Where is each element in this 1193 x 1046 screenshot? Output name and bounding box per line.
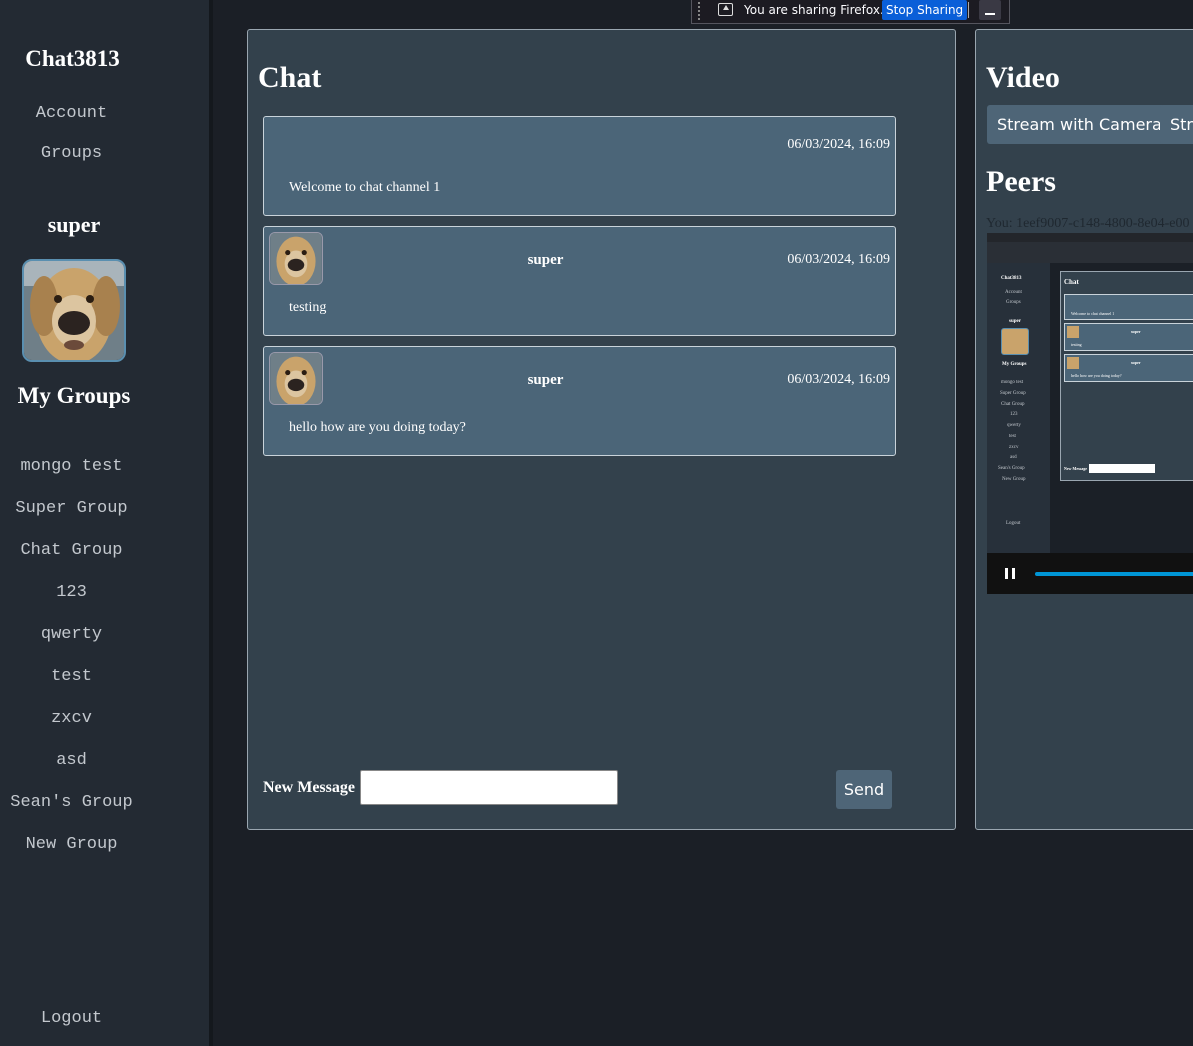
video-sender-avatar [1067, 326, 1079, 338]
video-sender-avatar [1067, 357, 1079, 369]
video-message-text: testing [1071, 342, 1082, 347]
chat-panel: Chat 06/03/2024, 16:09 Welcome to chat c… [247, 29, 956, 830]
message-text: hello how are you doing today? [289, 420, 466, 435]
message-sender: super [527, 372, 564, 388]
video-logout: Logout [1006, 521, 1021, 526]
message-sender: super [527, 252, 564, 268]
video-group-link: New Group [1002, 477, 1026, 482]
group-link[interactable]: mongo test [0, 457, 143, 476]
chat-title: Chat [258, 61, 322, 94]
chat-message: super 06/03/2024, 16:09 testing [263, 226, 896, 336]
new-message-label: New Message [263, 779, 355, 796]
current-username: super [47, 212, 101, 237]
video-message-text: Welcome to chat channel 1 [1071, 311, 1115, 316]
my-groups-heading: My Groups [17, 383, 131, 408]
group-link[interactable]: asd [0, 751, 143, 770]
video-browser-toolbar [987, 233, 1193, 263]
video-message-sender: super [1131, 360, 1141, 365]
video-message-sender: super [1131, 329, 1141, 334]
new-message-input[interactable] [360, 770, 618, 805]
video-group-link: 123 [1010, 412, 1018, 417]
chat-message: super 06/03/2024, 16:09 hello how are yo… [263, 346, 896, 456]
video-chat-title: Chat [1064, 278, 1079, 286]
share-screen-icon [718, 3, 733, 16]
video-group-link: Sean's Group [998, 466, 1025, 471]
video-chat-panel: Chat Welcome to chat channel 1 super tes… [1060, 271, 1193, 481]
app-brand: Chat3813 [25, 46, 120, 71]
video-nav-groups: Groups [1006, 300, 1021, 305]
send-button[interactable]: Send [836, 770, 892, 809]
message-time: 06/03/2024, 16:09 [787, 252, 890, 267]
chat-message: 06/03/2024, 16:09 Welcome to chat channe… [263, 116, 896, 216]
user-avatar [22, 259, 126, 362]
video-group-link: mongo test [1001, 380, 1024, 385]
video-progress-bar[interactable] [1035, 572, 1193, 576]
stream-screen-button[interactable]: Stre [1160, 105, 1193, 144]
peers-title: Peers [986, 165, 1056, 198]
message-time: 06/03/2024, 16:09 [787, 137, 890, 152]
video-my-groups: My Groups [1002, 362, 1027, 367]
message-text: testing [289, 300, 327, 315]
video-browser-tabs [987, 233, 1193, 242]
group-link[interactable]: Sean's Group [0, 793, 143, 812]
stop-sharing-button[interactable]: Stop Sharing [882, 0, 968, 20]
message-text: Welcome to chat channel 1 [289, 180, 441, 195]
video-group-link: test [1009, 434, 1016, 439]
video-sidebar: Chat3813 Account Groups super My Groups … [987, 263, 1050, 553]
video-group-link: qwerty [1007, 423, 1021, 428]
drag-grip-icon[interactable] [698, 2, 702, 20]
video-controls [987, 553, 1193, 594]
video-group-link: Super Group [1000, 391, 1026, 396]
group-link[interactable]: Chat Group [0, 541, 143, 560]
video-chat-area: Chat Welcome to chat channel 1 super tes… [1050, 263, 1193, 553]
video-brand: Chat3813 [1001, 276, 1022, 281]
pause-icon[interactable] [1005, 568, 1015, 579]
video-chat-message: super testing [1064, 323, 1193, 351]
group-link[interactable]: 123 [0, 583, 143, 602]
video-group-link: asd [1010, 455, 1017, 460]
logout-link[interactable]: Logout [0, 1009, 143, 1028]
video-new-message-label: New Message [1064, 466, 1087, 471]
group-link[interactable]: test [0, 667, 143, 686]
group-link[interactable]: zxcv [0, 709, 143, 728]
share-status-text: You are sharing Firefox. [744, 3, 884, 17]
video-username: super [1009, 319, 1021, 324]
video-avatar [1001, 328, 1029, 355]
peer-video[interactable]: Chat3813 Account Groups super My Groups … [987, 233, 1193, 594]
video-chat-message: super hello how are you doing today? [1064, 354, 1193, 382]
group-link[interactable]: New Group [0, 835, 143, 854]
divider [968, 2, 969, 18]
peer-id: You: 1eef9007-c148-4800-8e04-e00 [986, 216, 1190, 231]
sidebar-item-account[interactable]: Account [0, 104, 143, 123]
video-nav-account: Account [1005, 290, 1022, 295]
video-message-text: hello how are you doing today? [1071, 373, 1122, 378]
sidebar: Chat3813 Account Groups super My Groups … [0, 0, 213, 1046]
video-group-link: zxcv [1009, 445, 1019, 450]
video-message-input [1089, 464, 1155, 473]
group-link[interactable]: qwerty [0, 625, 143, 644]
stream-camera-button[interactable]: Stream with Camera [987, 105, 1172, 144]
video-group-link: Chat Group [1001, 402, 1025, 407]
video-title: Video [986, 61, 1060, 94]
screen-share-bar: You are sharing Firefox. Stop Sharing [691, 0, 1010, 24]
group-link[interactable]: Super Group [0, 499, 143, 518]
message-time: 06/03/2024, 16:09 [787, 372, 890, 387]
video-chat-message: Welcome to chat channel 1 [1064, 294, 1193, 320]
minimize-icon[interactable] [979, 0, 1001, 20]
sidebar-item-groups[interactable]: Groups [0, 144, 143, 163]
video-panel: Video Stream with Camera Stre Peers You:… [975, 29, 1193, 830]
